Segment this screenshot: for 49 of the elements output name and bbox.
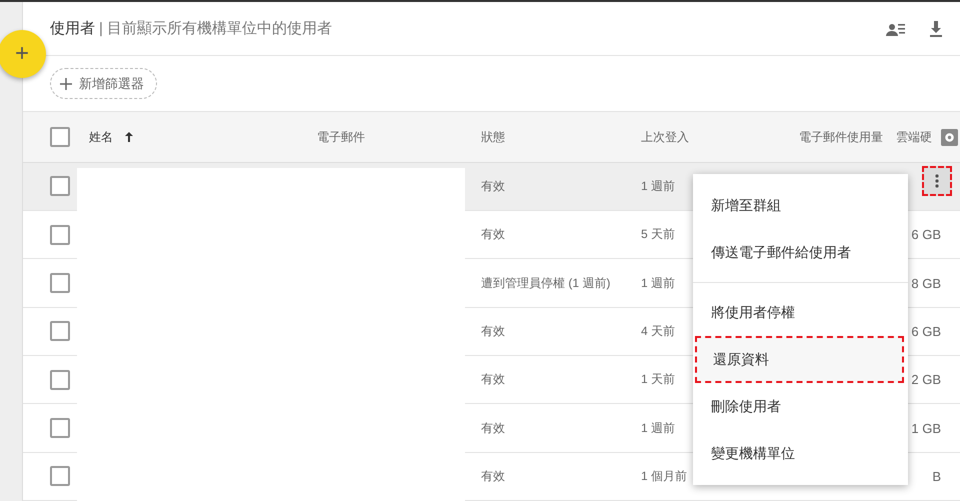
menu-item[interactable]: 刪除使用者 [693, 383, 908, 430]
last-login-text: 1 個月前 [641, 468, 688, 485]
page-subtitle: | 目前顯示所有機構單位中的使用者 [99, 19, 332, 38]
add-filter-button[interactable]: 新增篩選器 [50, 68, 157, 100]
status-text: 有效 [481, 178, 505, 195]
row-checkbox[interactable] [50, 466, 70, 486]
last-login-text: 1 週前 [641, 178, 676, 195]
status-text: 有效 [481, 468, 505, 485]
drive-usage-text: B [932, 468, 941, 484]
add-button[interactable]: + [0, 30, 46, 78]
row-checkbox[interactable] [50, 321, 70, 342]
drive-usage-text: 8 GB [911, 276, 941, 291]
menu-item[interactable]: 還原資料 [695, 336, 904, 383]
select-all-checkbox[interactable] [50, 127, 70, 148]
status-text: 有效 [481, 226, 505, 244]
plus-icon [59, 76, 73, 91]
settings-icon[interactable] [941, 128, 958, 146]
sort-up-icon[interactable] [123, 131, 135, 144]
column-header[interactable]: 電子郵件 [317, 128, 365, 146]
status-text: 有效 [481, 322, 505, 340]
row-checkbox[interactable] [50, 370, 70, 390]
row-checkbox[interactable] [50, 273, 70, 294]
last-login-text: 5 天前 [641, 226, 676, 244]
last-login-text: 4 天前 [641, 322, 676, 340]
status-text: 有效 [481, 371, 505, 388]
drive-usage-text: 6 GB [911, 227, 941, 242]
page-title: 使用者 [50, 19, 95, 38]
drive-usage-text: 2 GB [911, 372, 941, 388]
column-header[interactable]: 上次登入 [641, 128, 689, 146]
row-checkbox[interactable] [50, 176, 70, 196]
status-text: 有效 [481, 420, 505, 437]
drive-usage-text: 6 GB [911, 324, 941, 339]
drive-usage-text: 1 GB [911, 420, 941, 436]
menu-item[interactable]: 傳送電子郵件給使用者 [693, 229, 908, 276]
menu-item[interactable]: 將使用者停權 [693, 289, 908, 336]
more-icon [935, 174, 939, 188]
row-checkbox[interactable] [50, 224, 70, 245]
column-header[interactable]: 雲端硬 [896, 128, 932, 146]
column-header[interactable]: 姓名 [89, 128, 113, 146]
more-button[interactable] [922, 166, 952, 196]
last-login-text: 1 天前 [641, 371, 676, 388]
status-text: 遭到管理員停權 (1 週前) [481, 274, 610, 292]
last-login-text: 1 週前 [641, 274, 676, 292]
column-header[interactable]: 電子郵件使用量 [799, 128, 883, 146]
last-login-text: 1 週前 [641, 420, 676, 437]
column-header[interactable]: 狀態 [481, 128, 505, 146]
menu-item[interactable]: 新增至群組 [693, 182, 908, 229]
row-checkbox[interactable] [50, 418, 70, 438]
menu-item[interactable]: 變更機構單位 [693, 430, 908, 477]
